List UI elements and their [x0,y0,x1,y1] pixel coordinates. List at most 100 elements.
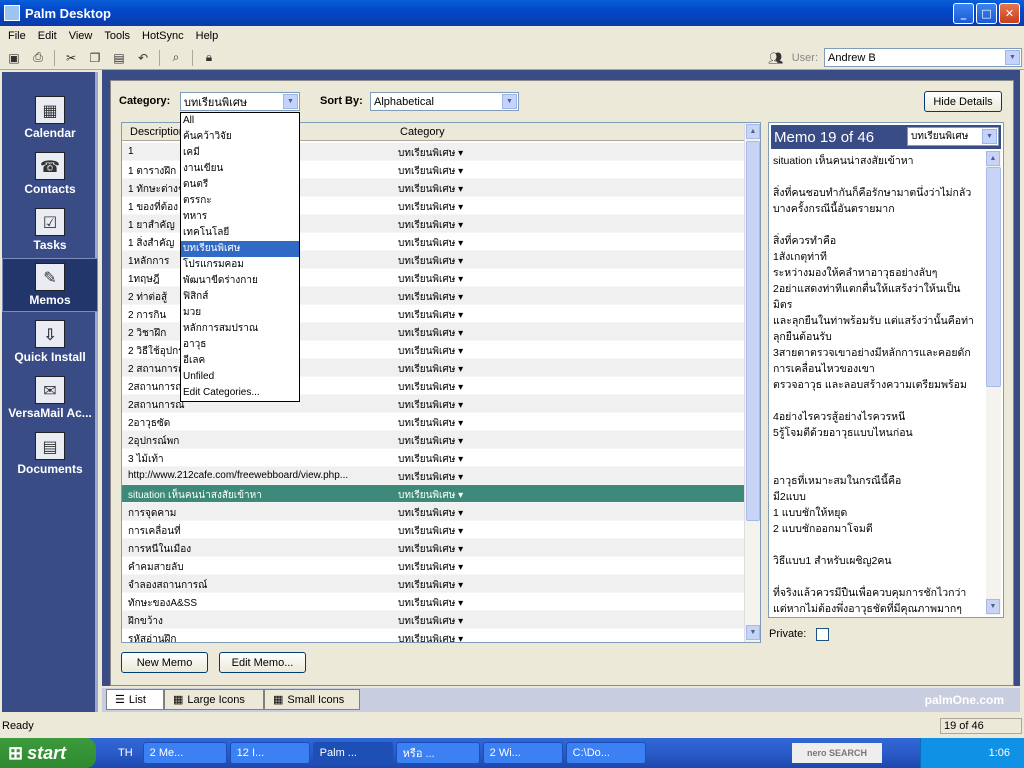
memo-scrollbar[interactable]: ▲ ▼ [986,151,1001,615]
close-button[interactable]: ✕ [999,3,1020,24]
table-row[interactable]: 2อาวุธซัด บทเรียนพิเศษ ▾ [122,413,744,431]
caret-down-icon[interactable]: ▾ [458,400,463,411]
table-row[interactable]: http://www.212cafe.com/freewebboard/view… [122,467,744,485]
hide-details-button[interactable]: Hide Details [924,91,1002,112]
table-row[interactable]: การหนีในเมือง บทเรียนพิเศษ ▾ [122,539,744,557]
menu-help[interactable]: Help [190,30,225,42]
menu-file[interactable]: File [2,30,32,42]
caret-down-icon[interactable]: ▾ [458,364,463,375]
memo-category-select[interactable]: บทเรียนพิเศษ ▼ [907,127,999,146]
dropdown-option[interactable]: ดนตรี [181,177,299,193]
taskbar-item[interactable]: Palm ... [312,742,393,764]
caret-down-icon[interactable]: ▾ [458,562,463,573]
dropdown-option[interactable]: Unfiled [181,369,299,385]
menu-tools[interactable]: Tools [98,30,136,42]
caret-down-icon[interactable]: ▾ [458,526,463,537]
chevron-down-icon[interactable]: ▼ [1005,50,1020,65]
memo-body[interactable]: situation เห็นคนน่าสงสัยเข้าหา สิ่งที่คนช… [773,153,983,617]
menu-edit[interactable]: Edit [32,30,63,42]
dropdown-option[interactable]: ทหาร [181,209,299,225]
minimize-button[interactable]: _ [953,3,974,24]
column-category[interactable]: Category [400,126,445,138]
launcher-versamail[interactable]: ✉ VersaMail Ac... [2,372,98,426]
table-row[interactable]: การเคลื่อนที่ บทเรียนพิเศษ ▾ [122,521,744,539]
dropdown-option[interactable]: เคมี [181,145,299,161]
scroll-down-icon[interactable]: ▼ [986,599,1000,614]
caret-down-icon[interactable]: ▾ [458,310,463,321]
caret-down-icon[interactable]: ▾ [458,472,463,483]
table-row[interactable]: situation เห็นคนน่าสงสัยเข้าหา บทเรียนพิเ… [122,485,744,503]
launcher-documents[interactable]: ▤ Documents [2,428,98,482]
scroll-up-icon[interactable]: ▲ [986,151,1000,166]
undo-icon[interactable]: ↶ [133,49,153,67]
taskbar-item[interactable]: หรือ ... [395,742,480,764]
dropdown-option[interactable]: งานเขียน [181,161,299,177]
caret-down-icon[interactable]: ▾ [458,598,463,609]
table-row[interactable]: 2อุปกรณ์พก บทเรียนพิเศษ ▾ [122,431,744,449]
caret-down-icon[interactable]: ▾ [458,616,463,627]
caret-down-icon[interactable]: ▾ [458,292,463,303]
dropdown-option[interactable]: เทคโนโลยี [181,225,299,241]
caret-down-icon[interactable]: ▾ [458,346,463,357]
caret-down-icon[interactable]: ▾ [458,634,463,642]
dropdown-option[interactable]: ตรรกะ [181,193,299,209]
taskbar-item[interactable]: 12 I... [229,742,310,764]
find-icon[interactable]: ⌕ [166,49,186,67]
caret-down-icon[interactable]: ▾ [458,148,463,159]
dropdown-option[interactable]: ฟิสิกส์ [181,289,299,305]
sort-select[interactable]: Alphabetical ▼ [370,92,519,111]
caret-down-icon[interactable]: ▾ [458,382,463,393]
chevron-down-icon[interactable]: ▼ [283,94,298,109]
table-row[interactable]: ทักษะของA&SS บทเรียนพิเศษ ▾ [122,593,744,611]
table-row[interactable]: 3 ไม้เท้า บทเรียนพิเศษ ▾ [122,449,744,467]
caret-down-icon[interactable]: ▾ [458,184,463,195]
caret-down-icon[interactable]: ▾ [458,274,463,285]
launcher-calendar[interactable]: ▦ Calendar [2,92,98,146]
tab-large-icons[interactable]: ▦ Large Icons [164,689,264,710]
cut-icon[interactable]: ✂ [61,49,81,67]
caret-down-icon[interactable]: ▾ [458,328,463,339]
menu-view[interactable]: View [63,30,99,42]
scroll-down-icon[interactable]: ▼ [746,625,760,640]
dropdown-option[interactable]: หลักการสมปราณ [181,321,299,337]
print-icon[interactable]: ⎙ [28,49,48,67]
user-select[interactable]: Andrew B ▼ [824,48,1022,67]
copy-icon[interactable]: ❐ [85,49,105,67]
table-row[interactable]: การจุดคาม บทเรียนพิเศษ ▾ [122,503,744,521]
dropdown-option[interactable]: บทเรียนพิเศษ [181,241,299,257]
caret-down-icon[interactable]: ▾ [458,418,463,429]
launcher-memos[interactable]: ✎ Memos [2,258,98,312]
table-row[interactable]: ฝึกขว้าง บทเรียนพิเศษ ▾ [122,611,744,629]
dropdown-option[interactable]: โปรแกรมคอม [181,257,299,273]
caret-down-icon[interactable]: ▾ [458,580,463,591]
caret-down-icon[interactable]: ▾ [458,166,463,177]
maximize-button[interactable]: □ [976,3,997,24]
taskbar-item[interactable]: 2 Wi... [482,742,563,764]
scroll-thumb[interactable] [986,167,1001,387]
dropdown-option[interactable]: Edit Categories... [181,385,299,401]
launcher-quick-install[interactable]: ⇩ Quick Install [2,316,98,370]
start-button[interactable]: ⊞ start [0,738,96,768]
caret-down-icon[interactable]: ▾ [458,238,463,249]
dropdown-option[interactable]: All [181,113,299,129]
new-memo-button[interactable]: New Memo [121,652,208,673]
caret-down-icon[interactable]: ▾ [458,220,463,231]
caret-down-icon[interactable]: ▾ [458,454,463,465]
table-row[interactable]: คำคมสายลับ บทเรียนพิเศษ ▾ [122,557,744,575]
dropdown-option[interactable]: ค้นคว้าวิจัย [181,129,299,145]
table-row[interactable]: รหัสอ่านฝึก บทเรียนพิเศษ ▾ [122,629,744,642]
dropdown-option[interactable]: อาวุธ [181,337,299,353]
caret-down-icon[interactable]: ▾ [458,544,463,555]
chevron-down-icon[interactable]: ▼ [502,94,517,109]
dropdown-option[interactable]: พัฒนาขีดร่างกาย [181,273,299,289]
launcher-tasks[interactable]: ☑ Tasks [2,204,98,258]
scroll-thumb[interactable] [746,141,760,521]
caret-down-icon[interactable]: ▾ [458,202,463,213]
dropdown-option[interactable]: อีเลค [181,353,299,369]
menu-hotsync[interactable]: HotSync [136,30,190,42]
tab-list[interactable]: ☰ List [106,689,164,710]
launcher-contacts[interactable]: ☎ Contacts [2,148,98,202]
category-select[interactable]: บทเรียนพิเศษ ▼ [180,92,300,111]
caret-down-icon[interactable]: ▾ [458,436,463,447]
tab-small-icons[interactable]: ▦ Small Icons [264,689,360,710]
